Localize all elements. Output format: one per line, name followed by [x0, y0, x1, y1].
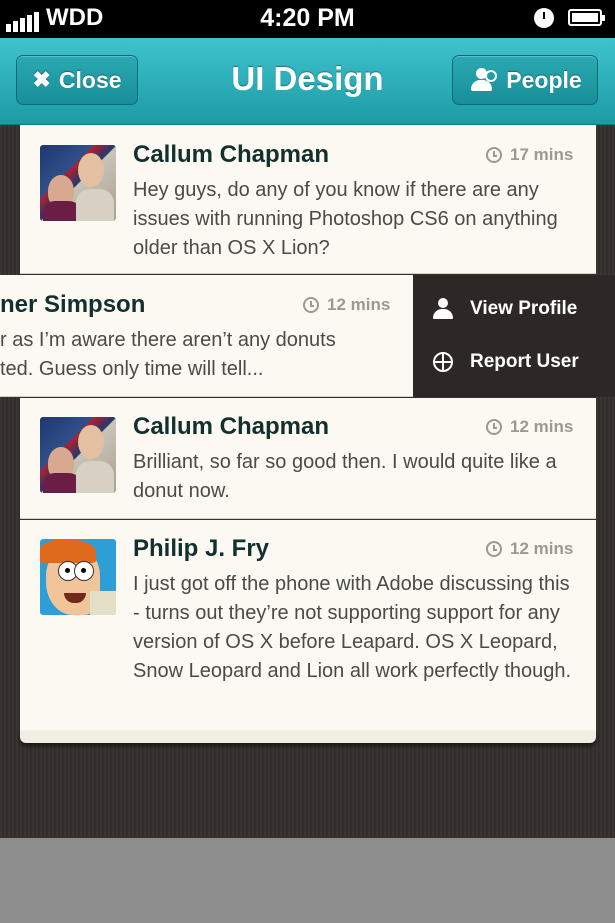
- phone-screen: WDD 4:20 PM ✖ Close UI Design People Cal…: [0, 0, 615, 838]
- author-name[interactable]: Callum Chapman: [133, 141, 329, 169]
- view-profile-button[interactable]: View Profile: [413, 283, 615, 335]
- report-user-label: Report User: [470, 351, 579, 372]
- time-label: 12 mins: [510, 539, 574, 558]
- message-text-line: r as I’m aware there aren’t any donuts: [0, 329, 336, 351]
- people-icon: [468, 68, 498, 92]
- message-text: I just got off the phone with Adobe disc…: [133, 573, 572, 682]
- clock-icon: [534, 8, 554, 28]
- status-time: 4:20 PM: [260, 4, 355, 32]
- nav-bar: ✖ Close UI Design People: [0, 38, 615, 125]
- status-bar: WDD 4:20 PM: [0, 0, 615, 38]
- time-icon: [486, 419, 502, 435]
- avatar[interactable]: [40, 539, 116, 615]
- avatar[interactable]: [40, 417, 116, 493]
- people-button-label: People: [506, 66, 582, 93]
- message-text-line: ted. Guess only time will tell...: [0, 358, 264, 380]
- time-label: 17 mins: [510, 145, 574, 164]
- message-time: 12 mins: [486, 417, 573, 437]
- avatar[interactable]: [40, 145, 116, 221]
- message-item[interactable]: Callum Chapman 12 mins Brilliant, so far…: [20, 398, 596, 519]
- time-icon: [303, 297, 319, 313]
- message-time: 12 mins: [486, 539, 573, 559]
- message-item[interactable]: Callum Chapman 17 mins Hey guys, do any …: [20, 125, 596, 274]
- author-name[interactable]: Callum Chapman: [133, 413, 329, 441]
- view-profile-label: View Profile: [470, 298, 578, 319]
- target-icon: [433, 352, 453, 372]
- people-button[interactable]: People: [452, 55, 598, 105]
- message-text: Brilliant, so far so good then. I would …: [133, 451, 557, 502]
- user-icon: [433, 298, 453, 320]
- message-item-swiped[interactable]: ner Simpson 12 mins r as I’m aware there…: [0, 275, 413, 397]
- message-text: Hey guys, do any of you know if there ar…: [133, 179, 558, 259]
- message-item[interactable]: Philip J. Fry 12 mins I just got off the…: [20, 520, 596, 732]
- author-name[interactable]: Philip J. Fry: [133, 535, 269, 563]
- list-bottom-edge: [20, 731, 596, 743]
- swipe-actions-panel: View Profile Report User: [413, 275, 615, 397]
- time-label: 12 mins: [327, 295, 391, 314]
- time-icon: [486, 541, 502, 557]
- battery-icon: [568, 9, 605, 26]
- author-name[interactable]: ner Simpson: [0, 291, 145, 319]
- report-user-button[interactable]: Report User: [413, 336, 615, 388]
- time-icon: [486, 147, 502, 163]
- message-time: 12 mins: [303, 295, 390, 315]
- message-time: 17 mins: [486, 145, 573, 165]
- time-label: 12 mins: [510, 417, 574, 436]
